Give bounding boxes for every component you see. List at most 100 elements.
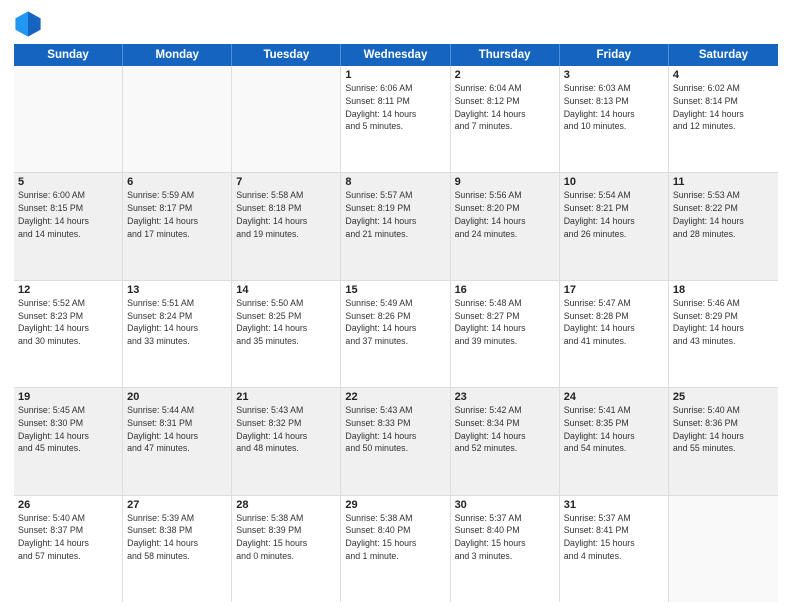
logo (14, 10, 46, 38)
calendar-cell: 24Sunrise: 5:41 AMSunset: 8:35 PMDayligh… (560, 388, 669, 494)
day-info: Sunrise: 6:06 AMSunset: 8:11 PMDaylight:… (345, 82, 445, 133)
day-number: 29 (345, 499, 445, 511)
day-number: 31 (564, 499, 664, 511)
day-info: Sunrise: 5:57 AMSunset: 8:19 PMDaylight:… (345, 189, 445, 240)
calendar-cell (14, 66, 123, 172)
day-info: Sunrise: 5:50 AMSunset: 8:25 PMDaylight:… (236, 297, 336, 348)
day-number: 12 (18, 284, 118, 296)
day-number: 25 (673, 391, 774, 403)
day-info: Sunrise: 5:54 AMSunset: 8:21 PMDaylight:… (564, 189, 664, 240)
day-info: Sunrise: 5:39 AMSunset: 8:38 PMDaylight:… (127, 512, 227, 563)
calendar-cell: 19Sunrise: 5:45 AMSunset: 8:30 PMDayligh… (14, 388, 123, 494)
calendar-cell: 2Sunrise: 6:04 AMSunset: 8:12 PMDaylight… (451, 66, 560, 172)
calendar-cell: 27Sunrise: 5:39 AMSunset: 8:38 PMDayligh… (123, 496, 232, 602)
day-number: 22 (345, 391, 445, 403)
day-info: Sunrise: 5:41 AMSunset: 8:35 PMDaylight:… (564, 404, 664, 455)
day-number: 17 (564, 284, 664, 296)
day-number: 10 (564, 176, 664, 188)
day-number: 3 (564, 69, 664, 81)
day-number: 7 (236, 176, 336, 188)
calendar-cell: 8Sunrise: 5:57 AMSunset: 8:19 PMDaylight… (341, 173, 450, 279)
calendar-cell: 28Sunrise: 5:38 AMSunset: 8:39 PMDayligh… (232, 496, 341, 602)
calendar-row: 26Sunrise: 5:40 AMSunset: 8:37 PMDayligh… (14, 496, 778, 602)
calendar-cell: 10Sunrise: 5:54 AMSunset: 8:21 PMDayligh… (560, 173, 669, 279)
day-info: Sunrise: 5:59 AMSunset: 8:17 PMDaylight:… (127, 189, 227, 240)
calendar: SundayMondayTuesdayWednesdayThursdayFrid… (14, 44, 778, 602)
calendar-cell: 22Sunrise: 5:43 AMSunset: 8:33 PMDayligh… (341, 388, 450, 494)
weekday-header: Thursday (451, 44, 560, 66)
calendar-cell: 29Sunrise: 5:38 AMSunset: 8:40 PMDayligh… (341, 496, 450, 602)
weekday-header: Friday (560, 44, 669, 66)
day-info: Sunrise: 5:46 AMSunset: 8:29 PMDaylight:… (673, 297, 774, 348)
day-info: Sunrise: 6:04 AMSunset: 8:12 PMDaylight:… (455, 82, 555, 133)
day-info: Sunrise: 5:56 AMSunset: 8:20 PMDaylight:… (455, 189, 555, 240)
calendar-row: 12Sunrise: 5:52 AMSunset: 8:23 PMDayligh… (14, 281, 778, 388)
calendar-cell: 26Sunrise: 5:40 AMSunset: 8:37 PMDayligh… (14, 496, 123, 602)
day-number: 11 (673, 176, 774, 188)
day-info: Sunrise: 5:51 AMSunset: 8:24 PMDaylight:… (127, 297, 227, 348)
day-info: Sunrise: 5:40 AMSunset: 8:37 PMDaylight:… (18, 512, 118, 563)
day-number: 19 (18, 391, 118, 403)
day-info: Sunrise: 6:03 AMSunset: 8:13 PMDaylight:… (564, 82, 664, 133)
calendar-cell (669, 496, 778, 602)
day-info: Sunrise: 5:37 AMSunset: 8:41 PMDaylight:… (564, 512, 664, 563)
day-number: 21 (236, 391, 336, 403)
day-info: Sunrise: 5:52 AMSunset: 8:23 PMDaylight:… (18, 297, 118, 348)
day-number: 14 (236, 284, 336, 296)
calendar-header: SundayMondayTuesdayWednesdayThursdayFrid… (14, 44, 778, 66)
day-info: Sunrise: 5:38 AMSunset: 8:40 PMDaylight:… (345, 512, 445, 563)
calendar-cell: 3Sunrise: 6:03 AMSunset: 8:13 PMDaylight… (560, 66, 669, 172)
calendar-cell: 12Sunrise: 5:52 AMSunset: 8:23 PMDayligh… (14, 281, 123, 387)
day-number: 1 (345, 69, 445, 81)
day-number: 9 (455, 176, 555, 188)
day-number: 18 (673, 284, 774, 296)
calendar-cell: 31Sunrise: 5:37 AMSunset: 8:41 PMDayligh… (560, 496, 669, 602)
weekday-header: Monday (123, 44, 232, 66)
day-info: Sunrise: 5:53 AMSunset: 8:22 PMDaylight:… (673, 189, 774, 240)
calendar-cell: 5Sunrise: 6:00 AMSunset: 8:15 PMDaylight… (14, 173, 123, 279)
page-header (14, 10, 778, 38)
day-number: 26 (18, 499, 118, 511)
calendar-cell: 1Sunrise: 6:06 AMSunset: 8:11 PMDaylight… (341, 66, 450, 172)
day-info: Sunrise: 6:02 AMSunset: 8:14 PMDaylight:… (673, 82, 774, 133)
day-number: 2 (455, 69, 555, 81)
day-number: 16 (455, 284, 555, 296)
day-number: 28 (236, 499, 336, 511)
day-info: Sunrise: 5:44 AMSunset: 8:31 PMDaylight:… (127, 404, 227, 455)
weekday-header: Saturday (669, 44, 778, 66)
day-info: Sunrise: 6:00 AMSunset: 8:15 PMDaylight:… (18, 189, 118, 240)
day-info: Sunrise: 5:58 AMSunset: 8:18 PMDaylight:… (236, 189, 336, 240)
day-number: 6 (127, 176, 227, 188)
day-number: 27 (127, 499, 227, 511)
calendar-page: SundayMondayTuesdayWednesdayThursdayFrid… (0, 0, 792, 612)
day-info: Sunrise: 5:37 AMSunset: 8:40 PMDaylight:… (455, 512, 555, 563)
calendar-cell: 14Sunrise: 5:50 AMSunset: 8:25 PMDayligh… (232, 281, 341, 387)
day-number: 30 (455, 499, 555, 511)
day-number: 4 (673, 69, 774, 81)
calendar-cell: 23Sunrise: 5:42 AMSunset: 8:34 PMDayligh… (451, 388, 560, 494)
day-number: 5 (18, 176, 118, 188)
weekday-header: Tuesday (232, 44, 341, 66)
calendar-cell: 13Sunrise: 5:51 AMSunset: 8:24 PMDayligh… (123, 281, 232, 387)
day-number: 13 (127, 284, 227, 296)
day-number: 8 (345, 176, 445, 188)
calendar-cell: 21Sunrise: 5:43 AMSunset: 8:32 PMDayligh… (232, 388, 341, 494)
day-number: 23 (455, 391, 555, 403)
day-info: Sunrise: 5:47 AMSunset: 8:28 PMDaylight:… (564, 297, 664, 348)
calendar-cell (232, 66, 341, 172)
logo-icon (14, 10, 42, 38)
calendar-row: 19Sunrise: 5:45 AMSunset: 8:30 PMDayligh… (14, 388, 778, 495)
weekday-header: Sunday (14, 44, 123, 66)
calendar-row: 5Sunrise: 6:00 AMSunset: 8:15 PMDaylight… (14, 173, 778, 280)
calendar-cell: 6Sunrise: 5:59 AMSunset: 8:17 PMDaylight… (123, 173, 232, 279)
day-info: Sunrise: 5:48 AMSunset: 8:27 PMDaylight:… (455, 297, 555, 348)
calendar-cell: 17Sunrise: 5:47 AMSunset: 8:28 PMDayligh… (560, 281, 669, 387)
calendar-cell: 16Sunrise: 5:48 AMSunset: 8:27 PMDayligh… (451, 281, 560, 387)
calendar-cell: 25Sunrise: 5:40 AMSunset: 8:36 PMDayligh… (669, 388, 778, 494)
day-info: Sunrise: 5:38 AMSunset: 8:39 PMDaylight:… (236, 512, 336, 563)
day-info: Sunrise: 5:49 AMSunset: 8:26 PMDaylight:… (345, 297, 445, 348)
calendar-cell: 11Sunrise: 5:53 AMSunset: 8:22 PMDayligh… (669, 173, 778, 279)
calendar-cell: 18Sunrise: 5:46 AMSunset: 8:29 PMDayligh… (669, 281, 778, 387)
calendar-cell: 15Sunrise: 5:49 AMSunset: 8:26 PMDayligh… (341, 281, 450, 387)
day-info: Sunrise: 5:40 AMSunset: 8:36 PMDaylight:… (673, 404, 774, 455)
